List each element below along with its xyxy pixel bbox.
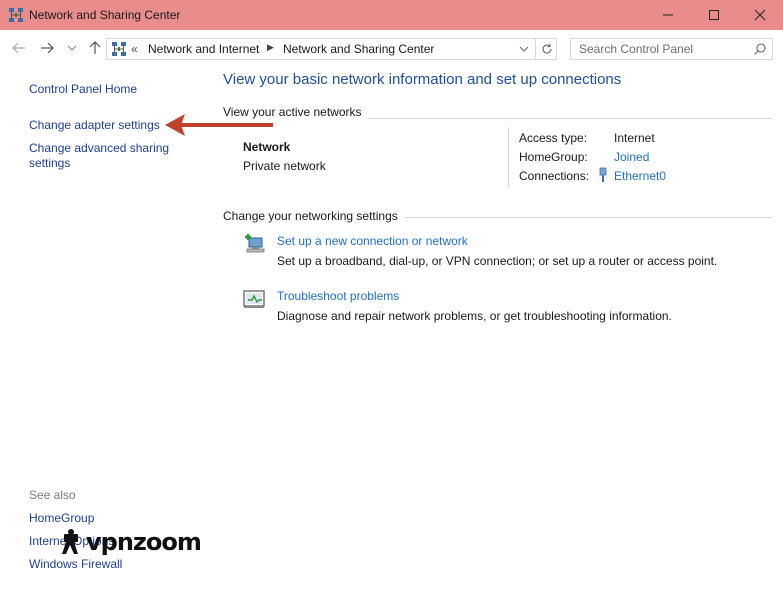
watermark-text: vpnzoom [86, 528, 202, 556]
arrow-up-icon [89, 41, 101, 54]
breadcrumb-network-and-internet[interactable]: Network and Internet [148, 42, 259, 56]
network-type: Private network [243, 159, 326, 173]
recent-locations-button[interactable] [63, 39, 81, 57]
access-type-label: Access type: [519, 131, 588, 145]
homegroup-label: HomeGroup: [519, 150, 588, 164]
homegroup-link[interactable]: HomeGroup [29, 511, 94, 526]
title-bar: Network and Sharing Center [0, 0, 783, 30]
breadcrumb-network-and-sharing-center[interactable]: Network and Sharing Center [283, 42, 434, 56]
search-box[interactable] [570, 38, 773, 60]
window-title: Network and Sharing Center [29, 8, 181, 22]
windows-firewall-link[interactable]: Windows Firewall [29, 557, 122, 572]
active-networks-label: View your active networks [223, 105, 368, 119]
new-connection-icon [245, 234, 265, 253]
network-name: Network [243, 140, 291, 154]
maximize-icon [709, 10, 719, 20]
ethernet-icon [599, 167, 607, 182]
back-button[interactable] [10, 39, 28, 57]
change-adapter-settings-link[interactable]: Change adapter settings [29, 118, 160, 133]
page-heading: View your basic network information and … [223, 71, 622, 88]
homegroup-joined-link[interactable]: Joined [614, 150, 649, 164]
setup-new-connection-description: Set up a broadband, dial-up, or VPN conn… [277, 254, 718, 268]
connections-label: Connections: [519, 169, 590, 183]
chevron-down-icon [519, 46, 529, 52]
ethernet-connection-link[interactable]: Ethernet0 [614, 169, 666, 183]
forward-button[interactable] [38, 39, 56, 57]
refresh-icon [541, 44, 552, 54]
network-center-icon [9, 8, 23, 22]
address-dropdown-button[interactable] [517, 41, 531, 57]
troubleshoot-problems-description: Diagnose and repair network problems, or… [277, 309, 672, 323]
close-icon [754, 9, 766, 21]
up-button[interactable] [86, 39, 104, 57]
address-bar[interactable]: « Network and Internet ▶ Network and Sha… [106, 38, 557, 60]
troubleshoot-problems-link[interactable]: Troubleshoot problems [277, 289, 399, 303]
main-content: View your basic network information and … [205, 66, 783, 591]
change-settings-label: Change your networking settings [223, 209, 404, 223]
search-icon[interactable] [753, 42, 767, 56]
maximize-button[interactable] [691, 0, 737, 30]
search-input[interactable] [571, 39, 751, 59]
vpnzoom-watermark: vpnzoom [60, 528, 220, 558]
troubleshoot-icon [243, 290, 265, 308]
see-also-label: See also [29, 488, 76, 502]
chevron-down-icon [67, 45, 77, 51]
refresh-button[interactable] [535, 39, 557, 59]
arrow-right-icon [41, 42, 54, 54]
access-type-value: Internet [614, 131, 655, 145]
arrow-left-icon [12, 42, 25, 54]
navigation-bar: « Network and Internet ▶ Network and Sha… [0, 30, 783, 66]
close-button[interactable] [737, 0, 783, 30]
setup-new-connection-link[interactable]: Set up a new connection or network [277, 234, 468, 248]
control-panel-home-link[interactable]: Control Panel Home [29, 82, 137, 97]
network-info-divider [508, 127, 509, 187]
network-center-icon [112, 42, 126, 56]
minimize-icon [663, 14, 673, 16]
breadcrumb-separator-icon[interactable]: ▶ [267, 42, 274, 53]
breadcrumb-overflow[interactable]: « [131, 42, 138, 56]
left-pane: Control Panel Home Change adapter settin… [0, 66, 205, 591]
minimize-button[interactable] [645, 0, 691, 30]
change-advanced-sharing-settings-link[interactable]: Change advanced sharing settings [29, 141, 179, 171]
